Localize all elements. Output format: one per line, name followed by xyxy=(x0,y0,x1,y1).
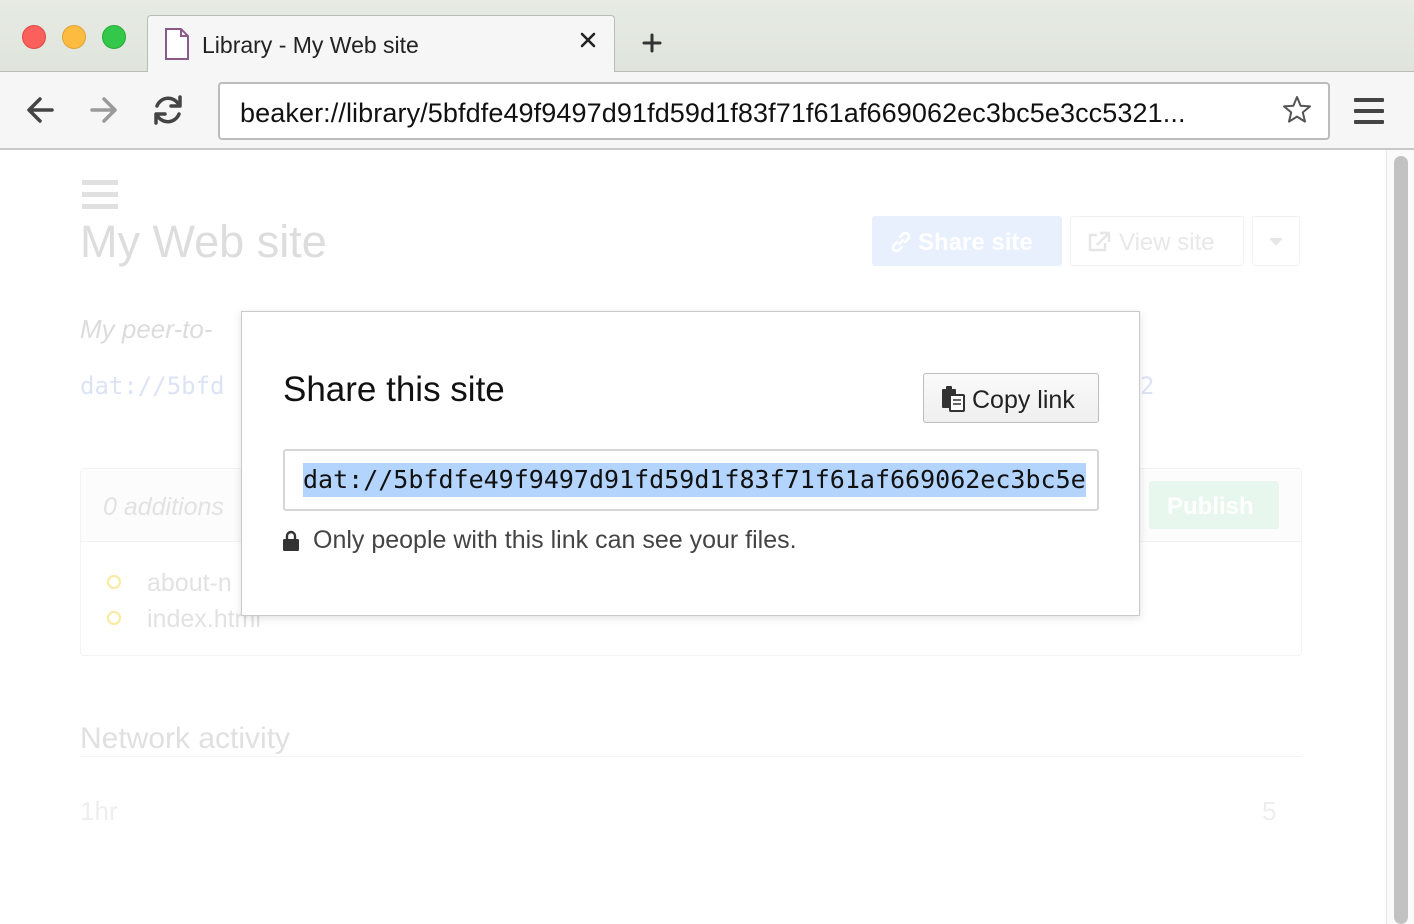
clipboard-icon xyxy=(942,386,965,412)
tab-bar: Library - My Web site xyxy=(0,0,1414,73)
copy-link-label: Copy link xyxy=(972,386,1075,414)
vertical-scrollbar[interactable] xyxy=(1386,150,1414,924)
address-bar-url: beaker://library/5bfdfe49f9497d91fd59d1f… xyxy=(240,98,1186,128)
link-icon xyxy=(891,231,911,253)
share-url-value: dat://5bfdfe49f9497d91fd59d1f83f71f61af6… xyxy=(303,463,1086,497)
share-url-field[interactable]: dat://5bfdfe49f9497d91fd59d1f83f71f61af6… xyxy=(283,449,1099,511)
file-name: about-n xyxy=(147,569,232,597)
publish-label: Publish xyxy=(1167,493,1254,520)
modal-title: Share this site xyxy=(283,370,505,409)
share-site-modal: Share this site Copy link dat://5bfdfe49… xyxy=(241,311,1140,616)
star-icon[interactable] xyxy=(1282,95,1312,125)
share-site-button[interactable]: Share site xyxy=(872,216,1062,266)
site-dat-url[interactable]: dat://5bfd xyxy=(80,372,225,400)
share-site-label: Share site xyxy=(918,229,1033,256)
forward-arrow-icon[interactable] xyxy=(84,91,122,129)
modified-indicator-icon xyxy=(107,575,121,589)
page-title: My Web site xyxy=(80,216,327,267)
publish-button[interactable]: Publish xyxy=(1149,481,1279,529)
network-period: 1hr xyxy=(80,796,118,826)
network-activity-heading: Network activity xyxy=(80,722,291,755)
plus-icon[interactable] xyxy=(640,31,664,55)
lock-icon xyxy=(283,530,299,551)
caret-down-icon xyxy=(1269,238,1283,246)
site-dat-url-tail: 2 xyxy=(1140,372,1155,400)
back-arrow-icon[interactable] xyxy=(22,91,60,129)
reload-icon[interactable] xyxy=(149,91,187,129)
copy-link-button[interactable]: Copy link xyxy=(923,373,1099,423)
modified-indicator-icon xyxy=(107,611,121,625)
address-bar[interactable]: beaker://library/5bfdfe49f9497d91fd59d1f… xyxy=(218,82,1330,140)
external-link-icon xyxy=(1088,231,1111,252)
hamburger-menu-icon[interactable] xyxy=(1350,96,1390,128)
window-minimize-button[interactable] xyxy=(62,25,86,49)
navigation-toolbar: beaker://library/5bfdfe49f9497d91fd59d1f… xyxy=(0,72,1414,150)
divider xyxy=(80,756,1302,757)
view-site-label: View site xyxy=(1119,229,1215,256)
changes-summary: 0 additions xyxy=(103,493,224,521)
tab-title: Library - My Web site xyxy=(202,32,419,58)
privacy-note: Only people with this link can see your … xyxy=(313,526,797,554)
site-description: My peer-to- xyxy=(80,314,213,344)
browser-tab[interactable]: Library - My Web site xyxy=(147,15,615,73)
close-icon[interactable] xyxy=(576,28,600,52)
document-icon xyxy=(165,28,189,60)
hamburger-menu-icon[interactable] xyxy=(82,180,118,210)
window-close-button[interactable] xyxy=(22,25,46,49)
site-options-dropdown[interactable] xyxy=(1252,216,1300,266)
window-maximize-button[interactable] xyxy=(102,25,126,49)
scrollbar-thumb[interactable] xyxy=(1394,156,1408,924)
network-count: 5 xyxy=(1262,796,1277,826)
view-site-button[interactable]: View site xyxy=(1070,216,1244,266)
